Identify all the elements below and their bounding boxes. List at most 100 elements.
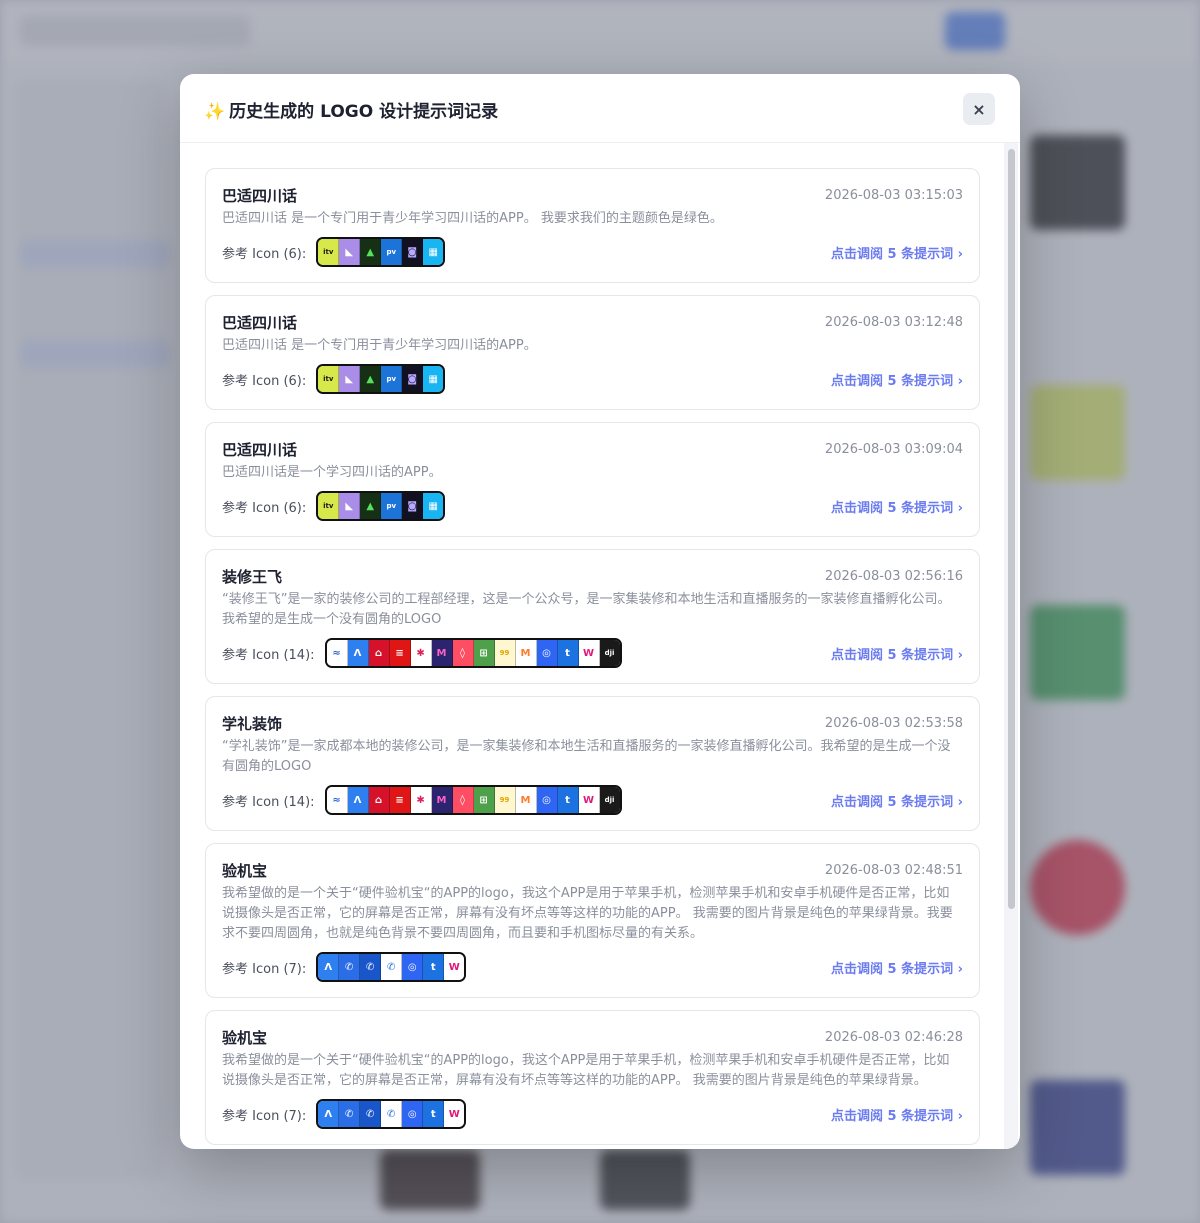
reference-icons: 参考 Icon (7): Λ ✆ ✆ ✆ ◎ t W (222, 952, 467, 982)
record-description: 我希望做的是一个关于“硬件验机宝“的APP的logo，我这个APP是用于苹果手机… (222, 1053, 950, 1088)
swirl-icon: ◎ (402, 1101, 424, 1127)
lambda-icon: Λ (347, 640, 369, 666)
chat-bubble-icon: ◙ (402, 239, 424, 265)
record-header: 装修王飞 2026-08-03 02:56:16 (222, 564, 963, 588)
sparkles-icon: ✨ (204, 102, 226, 122)
close-icon: × (972, 99, 986, 119)
view-prompts-link[interactable]: 点击调阅 5 条提示词 › (831, 243, 963, 262)
record-card: 验机宝 2026-08-03 02:48:51 我希望做的是一个关于“硬件验机宝“的… (205, 843, 980, 998)
m-gradient-icon: M (515, 787, 537, 813)
reference-label: 参考 Icon (7): (222, 961, 307, 977)
reference-label: 参考 Icon (6): (222, 246, 307, 262)
record-time: 2026-08-03 03:15:03 (824, 187, 963, 203)
swirl-icon: ◎ (402, 954, 424, 980)
slack-icon: ✱ (410, 787, 432, 813)
modal-body: 巴适四川话 2026-08-03 03:15:03 巴适四川话 是一个专门用于青少年… (180, 143, 1020, 1149)
view-prompts-link[interactable]: 点击调阅 5 条提示词 › (831, 791, 963, 810)
record-description: “装修王飞”是一家的装修公司的工程部经理，这是一个公众号，是一家集装修和本地生活… (222, 592, 951, 627)
reference-label: 参考 Icon (14): (222, 647, 315, 663)
reference-label: 参考 Icon (6): (222, 500, 307, 516)
slack-icon: ✱ (410, 640, 432, 666)
grid-icon: ▦ (423, 366, 444, 392)
lambda-icon: Λ (347, 787, 369, 813)
w-icon: W (578, 787, 600, 813)
record-header: 验机宝 2026-08-03 02:48:51 (222, 858, 963, 882)
t-icon: t (423, 954, 445, 980)
t-icon: t (423, 1101, 445, 1127)
prime-video-icon: pv (381, 493, 403, 519)
record-name: 巴适四川话 (222, 440, 298, 459)
record-name: 验机宝 (222, 861, 268, 880)
mountain-icon: ▲ (360, 366, 382, 392)
record-footer: 参考 Icon (6): itv ◣ ▲ pv ◙ ▦ 点击调阅 5 条提示词 › (222, 491, 963, 521)
reference-label: 参考 Icon (14): (222, 794, 315, 810)
mountain-icon: ▲ (360, 239, 382, 265)
record-name: 巴适四川话 (222, 313, 298, 332)
99-icon: 99 (494, 787, 516, 813)
grid-icon: ▦ (423, 239, 444, 265)
reference-icons: 参考 Icon (14): ≈ Λ ⌂ ≡ ✱ M ◊ ⊞ 99 M ◎ t Wdji (222, 638, 622, 668)
modal-title-text: 历史生成的 LOGO 设计提示词记录 (229, 102, 499, 122)
lambda-icon: Λ (318, 1101, 340, 1127)
view-prompts-link[interactable]: 点击调阅 5 条提示词 › (831, 1105, 963, 1124)
t-icon: t (557, 640, 579, 666)
mountain-icon: ▲ (360, 493, 382, 519)
view-prompts-link[interactable]: 点击调阅 5 条提示词 › (831, 370, 963, 389)
airbnb-icon: ◊ (452, 787, 474, 813)
t-icon: t (557, 787, 579, 813)
w-icon: W (578, 640, 600, 666)
reference-icons: 参考 Icon (6): itv ◣ ▲ pv ◙ ▦ (222, 237, 446, 267)
dji-icon: dji (599, 787, 620, 813)
m-purple-icon: M (431, 640, 453, 666)
green-square-icon: ⊞ (473, 787, 495, 813)
record-footer: 参考 Icon (14): ≈ Λ ⌂ ≡ ✱ M ◊ ⊞ 99 M ◎ t Wdji 点击调阅 5 条提示… (222, 785, 963, 815)
record-card: 验机宝 2026-08-03 02:46:28 我希望做的是一个关于“硬件验机宝“的… (205, 1010, 980, 1145)
record-description: 巴适四川话是一个学习四川话的APP。 (222, 465, 442, 480)
dji-icon: dji (599, 640, 620, 666)
reference-icons: 参考 Icon (7): Λ ✆ ✆ ✆ ◎ t W (222, 1099, 467, 1129)
record-header: 验机宝 2026-08-03 02:46:28 (222, 1025, 963, 1049)
airbnb-icon: ◊ (452, 640, 474, 666)
icon-strip: itv ◣ ▲ pv ◙ ▦ (316, 491, 446, 521)
chat-bubble-icon: ◙ (402, 493, 424, 519)
green-square-icon: ⊞ (473, 640, 495, 666)
record-footer: 参考 Icon (6): itv ◣ ▲ pv ◙ ▦ 点击调阅 5 条提示词 › (222, 237, 963, 267)
w-icon: W (444, 1101, 465, 1127)
record-card: 学礼装饰 2026-08-03 02:53:58 “学礼装饰”是一家成都本地的装修公… (205, 696, 980, 831)
record-footer: 参考 Icon (6): itv ◣ ▲ pv ◙ ▦ 点击调阅 5 条提示词 › (222, 364, 963, 394)
close-button[interactable]: × (963, 93, 995, 125)
record-description: 巴适四川话 是一个专门用于青少年学习四川话的APP。 (222, 338, 537, 353)
record-time: 2026-08-03 02:46:28 (824, 1029, 963, 1045)
reference-label: 参考 Icon (7): (222, 1108, 307, 1124)
phone-icon: ✆ (339, 1101, 361, 1127)
whale-icon: ◣ (339, 493, 361, 519)
record-card: 装修王飞 2026-08-03 02:56:16 “装修王飞”是一家的装修公司的工程… (205, 549, 980, 684)
record-time: 2026-08-03 02:53:58 (824, 715, 963, 731)
prime-video-icon: pv (381, 239, 403, 265)
record-description: 巴适四川话 是一个专门用于青少年学习四川话的APP。 我要求我们的主题颜色是绿色… (222, 211, 723, 226)
record-time: 2026-08-03 03:09:04 (824, 441, 963, 457)
modal-title: ✨ 历史生成的 LOGO 设计提示词记录 (204, 97, 498, 122)
record-name: 验机宝 (222, 1028, 268, 1047)
blue-wave-icon: ≈ (326, 787, 348, 813)
record-header: 巴适四川话 2026-08-03 03:15:03 (222, 183, 963, 207)
view-prompts-link[interactable]: 点击调阅 5 条提示词 › (831, 958, 963, 977)
icon-strip: ≈ Λ ⌂ ≡ ✱ M ◊ ⊞ 99 M ◎ t Wdji (324, 638, 622, 668)
record-time: 2026-08-03 02:56:16 (824, 568, 963, 584)
red-house-icon: ⌂ (368, 640, 390, 666)
record-list: 巴适四川话 2026-08-03 03:15:03 巴适四川话 是一个专门用于青少年… (205, 168, 980, 1149)
record-card: 巴适四川话 2026-08-03 03:09:04 巴适四川话是一个学习四川话的AP… (205, 422, 980, 537)
red-bars-icon: ≡ (389, 787, 411, 813)
view-prompts-link[interactable]: 点击调阅 5 条提示词 › (831, 644, 963, 663)
m-purple-icon: M (431, 787, 453, 813)
scrollbar-thumb[interactable] (1008, 149, 1015, 909)
view-prompts-link[interactable]: 点击调阅 5 条提示词 › (831, 497, 963, 516)
record-time: 2026-08-03 03:12:48 (824, 314, 963, 330)
grid-icon: ▦ (423, 493, 444, 519)
icon-strip: Λ ✆ ✆ ✆ ◎ t W (316, 1099, 467, 1129)
history-modal: ✨ 历史生成的 LOGO 设计提示词记录 × 巴适四川话 2026-08-03 03… (180, 74, 1020, 1149)
blue-wave-icon: ≈ (326, 640, 348, 666)
icon-strip: itv ◣ ▲ pv ◙ ▦ (316, 237, 446, 267)
modal-header: ✨ 历史生成的 LOGO 设计提示词记录 × (180, 74, 1020, 143)
record-description: 我希望做的是一个关于“硬件验机宝“的APP的logo，我这个APP是用于苹果手机… (222, 886, 953, 941)
